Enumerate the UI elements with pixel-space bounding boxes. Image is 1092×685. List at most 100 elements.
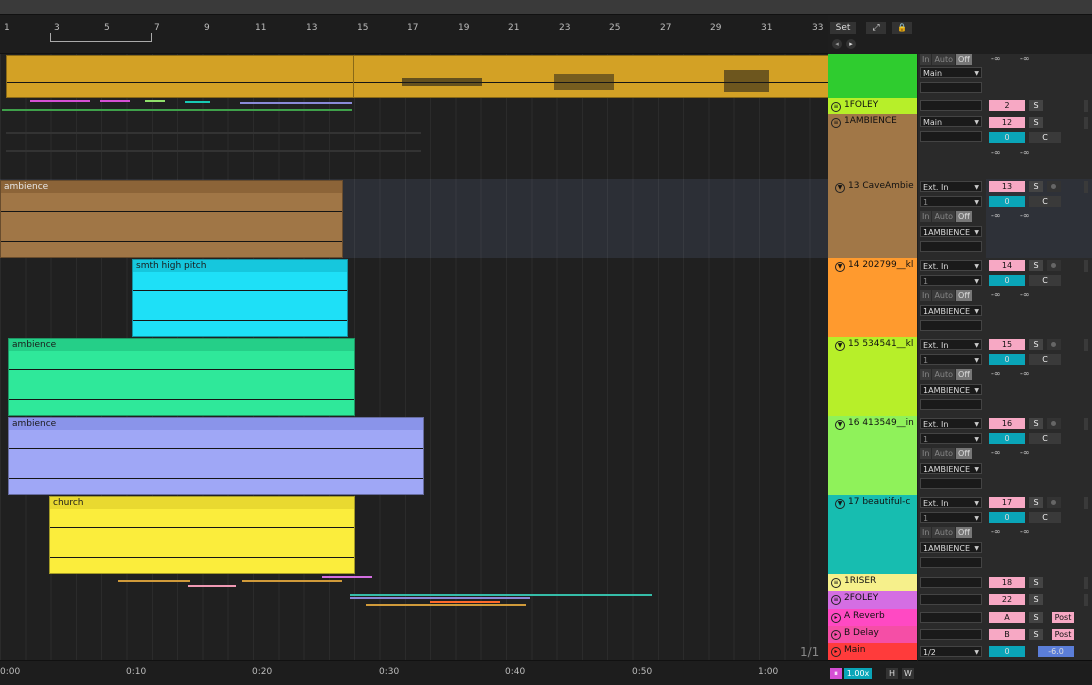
output-select[interactable]: 1AMBIENCE <box>920 384 982 396</box>
track-activator[interactable]: 14 <box>989 260 1025 271</box>
back-arrow-icon[interactable]: ◂ <box>832 39 842 49</box>
output-select[interactable] <box>920 100 982 111</box>
arm-button[interactable] <box>1047 497 1061 508</box>
lane-b-delay[interactable] <box>0 626 828 644</box>
track-header-b-delay[interactable]: ▸ B Delay <box>828 626 917 644</box>
output-select[interactable]: Main <box>920 67 982 79</box>
track-activator[interactable]: 12 <box>989 117 1025 128</box>
audio-clip[interactable] <box>6 55 354 98</box>
input-channel-select[interactable]: 1 <box>920 512 982 524</box>
audio-clip[interactable] <box>353 55 829 98</box>
audio-clip-church[interactable]: church <box>49 496 355 574</box>
peak-readout[interactable]: -∞ <box>1020 369 1030 378</box>
pre-post-toggle[interactable]: Post <box>1052 612 1074 623</box>
solo-button[interactable]: S <box>1029 100 1043 111</box>
main-volume[interactable]: -6.0 <box>1038 646 1074 657</box>
resize-handle[interactable] <box>1084 260 1088 272</box>
input-channel-select[interactable]: 1 <box>920 433 982 445</box>
output-select[interactable] <box>920 577 982 588</box>
peak-readout[interactable]: -∞ <box>1020 148 1030 157</box>
lane-1riser[interactable] <box>0 574 828 592</box>
track-header-a-reverb[interactable]: ▸ A Reverb <box>828 609 917 627</box>
pan-knob[interactable]: 0 <box>989 354 1025 365</box>
pan-knob[interactable]: 0 <box>989 196 1025 207</box>
resize-handle[interactable] <box>1084 117 1088 129</box>
lane-534541[interactable]: ambience <box>0 337 828 417</box>
time-ruler[interactable]: 0:00 0:10 0:20 0:30 0:40 0:50 1:00 <box>0 660 828 685</box>
solo-button[interactable]: S <box>1029 260 1043 271</box>
output-select[interactable]: 1/2 <box>920 646 982 658</box>
output-channel-select[interactable] <box>920 82 982 93</box>
set-button[interactable]: Set <box>830 22 856 34</box>
lane-2foley[interactable] <box>0 591 828 610</box>
output-channel-select[interactable] <box>920 557 982 568</box>
pan-knob[interactable]: 0 <box>989 433 1025 444</box>
pan-center[interactable]: C <box>1029 354 1061 365</box>
resize-handle[interactable] <box>1084 594 1088 606</box>
track-header-1foley[interactable]: ≡ 1FOLEY <box>828 98 917 115</box>
waveform-zoom-icon[interactable]: ⏸ <box>830 668 842 679</box>
output-select[interactable]: Main <box>920 116 982 128</box>
audio-clip-ambience[interactable]: ambience <box>8 417 424 495</box>
track-activator[interactable]: 15 <box>989 339 1025 350</box>
arm-button[interactable] <box>1047 418 1061 429</box>
lane-413549[interactable]: ambience <box>0 416 828 496</box>
overview-strip[interactable] <box>0 0 1092 15</box>
solo-button[interactable]: S <box>1029 418 1043 429</box>
audio-clip-ambience[interactable]: ambience <box>0 180 343 258</box>
monitor-switch[interactable]: In Auto Off <box>920 54 973 65</box>
pan-knob[interactable]: 0 <box>989 132 1025 143</box>
resize-handle[interactable] <box>1084 497 1088 509</box>
output-channel-select[interactable] <box>920 241 982 252</box>
output-select[interactable]: 1AMBIENCE <box>920 463 982 475</box>
volume-readout[interactable]: -∞ <box>991 54 1001 63</box>
return-track-icon[interactable]: ▸ <box>831 613 841 623</box>
pan-center[interactable]: C <box>1029 512 1061 523</box>
output-select[interactable] <box>920 594 982 605</box>
peak-readout[interactable]: -∞ <box>1020 211 1030 220</box>
monitor-switch[interactable]: In Auto Off <box>920 448 973 459</box>
peak-readout[interactable]: -∞ <box>1020 448 1030 457</box>
lane-caveambie[interactable]: ambience <box>0 179 828 259</box>
lane-track-top[interactable] <box>0 54 829 99</box>
output-channel-select[interactable] <box>920 478 982 489</box>
track-header-202799[interactable]: ▼ 14 202799__kl <box>828 258 917 338</box>
audio-track-icon[interactable]: ▼ <box>835 341 845 351</box>
output-select[interactable] <box>920 612 982 623</box>
h-button[interactable]: H <box>886 668 898 679</box>
group-fold-icon[interactable]: ≡ <box>831 595 841 605</box>
input-channel-select[interactable]: 1 <box>920 275 982 287</box>
lane-202799[interactable]: smth high pitch <box>0 258 828 338</box>
track-header-beautiful[interactable]: ▼ 17 beautiful-c <box>828 495 917 575</box>
input-type-select[interactable]: Ext. In <box>920 418 982 430</box>
solo-button[interactable]: S <box>1029 117 1043 128</box>
arm-button[interactable] <box>1047 339 1061 350</box>
audio-clip-ambience[interactable]: ambience <box>8 338 355 416</box>
track-activator[interactable]: 13 <box>989 181 1025 192</box>
track-header-1riser[interactable]: ≡ 1RISER <box>828 574 917 592</box>
pre-post-toggle[interactable]: Post <box>1052 629 1074 640</box>
output-select[interactable]: 1AMBIENCE <box>920 542 982 554</box>
track-header-1ambience[interactable]: ≡ 1AMBIENCE <box>828 114 917 180</box>
input-channel-select[interactable]: 1 <box>920 354 982 366</box>
pan-knob[interactable]: 0 <box>989 275 1025 286</box>
arm-button[interactable] <box>1047 181 1061 192</box>
volume-readout[interactable]: -∞ <box>991 148 1001 157</box>
lane-a-reverb[interactable] <box>0 609 828 627</box>
peak-readout[interactable]: -∞ <box>1020 527 1030 536</box>
track-header-caveambie[interactable]: ▼ 13 CaveAmbie <box>828 179 917 259</box>
track-activator[interactable]: 17 <box>989 497 1025 508</box>
lane-beautiful[interactable]: church <box>0 495 828 575</box>
track-header-top[interactable] <box>828 54 917 99</box>
solo-button[interactable]: S <box>1029 339 1043 350</box>
peak-readout[interactable]: -∞ <box>1020 290 1030 299</box>
track-header-2foley[interactable]: ≡ 2FOLEY <box>828 591 917 610</box>
lock-icon[interactable]: 🔒 <box>892 22 912 34</box>
audio-track-icon[interactable]: ▼ <box>835 499 845 509</box>
expand-icon[interactable]: ⤢ <box>866 22 886 34</box>
output-select[interactable]: 1AMBIENCE <box>920 305 982 317</box>
return-track-icon[interactable]: ▸ <box>831 630 841 640</box>
group-fold-icon[interactable]: ≡ <box>831 118 841 128</box>
group-fold-icon[interactable]: ≡ <box>831 102 841 112</box>
track-activator[interactable]: A <box>989 612 1025 623</box>
